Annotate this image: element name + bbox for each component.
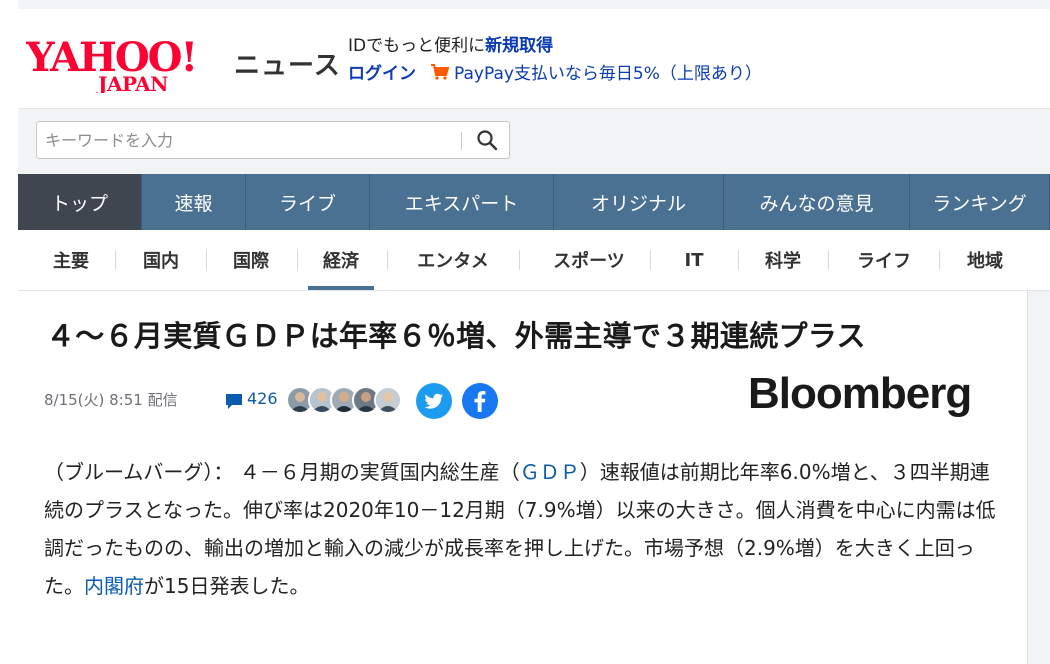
category-separator — [939, 250, 940, 270]
article-body-text: が15日発表した。 — [144, 574, 310, 598]
category-life[interactable]: ライフ — [840, 230, 928, 290]
article: ４～６月実質ＧＤＰは年率６％増、外需主導で３期連続プラス 8/15(火) 8:5… — [18, 291, 1028, 664]
twitter-share-button[interactable] — [416, 383, 452, 419]
paypay-promo-link[interactable]: PayPay支払いなら毎日5%（上限あり） — [454, 59, 762, 84]
article-body: （ブルームバーグ）： ４－６月期の実質国内総生産（ＧＤＰ）速報値は前期比年率6.… — [44, 453, 1004, 605]
signup-link[interactable]: 新規取得 — [485, 36, 553, 56]
category-local[interactable]: 地域 — [952, 230, 1018, 290]
cabinet-office-link[interactable]: 内閣府 — [84, 574, 144, 598]
global-nav-ranking[interactable]: ランキング — [910, 174, 1050, 230]
expert-avatars[interactable] — [286, 386, 402, 414]
search-box — [36, 121, 510, 159]
login-link[interactable]: ログイン — [348, 59, 416, 84]
category-separator — [519, 250, 520, 270]
search-divider — [461, 132, 462, 150]
publish-date: 8/15(火) 8:51 配信 — [44, 391, 178, 409]
category-separator — [387, 250, 388, 270]
category-nav: 主要 国内 国際 経済 エンタメ スポーツ IT 科学 ライフ 地域 — [18, 230, 1050, 292]
login-row: ログイン PayPay支払いなら毎日5%（上限あり） — [348, 59, 762, 84]
twitter-bird-icon — [424, 393, 444, 409]
category-sports[interactable]: スポーツ — [530, 230, 648, 290]
global-nav: トップ 速報 ライブ エキスパート オリジナル みんなの意見 ランキング — [18, 174, 1050, 230]
article-body-text: （ブルームバーグ）： ４－６月期の実質国内総生産（ — [44, 460, 520, 484]
global-nav-opinions[interactable]: みんなの意見 — [724, 174, 910, 230]
facebook-f-icon — [474, 391, 486, 412]
category-entertainment[interactable]: エンタメ — [398, 230, 508, 290]
search-button[interactable] — [469, 126, 505, 156]
yahoo-logo-icon: YAHOO! JAPAN — [26, 34, 198, 93]
article-headline: ４～６月実質ＧＤＰは年率６％増、外需主導で３期連続プラス — [46, 319, 866, 353]
category-separator — [206, 250, 207, 270]
search-band — [18, 108, 1050, 175]
facebook-share-button[interactable] — [462, 383, 498, 419]
site-header: YAHOO! JAPAN ニュース IDでもっと便利に新規取得 ログイン Pay… — [18, 9, 1050, 109]
global-nav-top[interactable]: トップ — [18, 174, 142, 230]
global-nav-breaking[interactable]: 速報 — [142, 174, 246, 230]
search-input[interactable] — [45, 122, 455, 158]
top-strip — [18, 0, 1050, 9]
gdp-link[interactable]: ＧＤＰ — [520, 460, 580, 484]
category-economy[interactable]: 経済 — [308, 230, 374, 290]
search-icon — [477, 129, 498, 150]
category-separator — [828, 250, 829, 270]
category-separator — [115, 250, 116, 270]
global-nav-expert[interactable]: エキスパート — [370, 174, 554, 230]
global-nav-original[interactable]: オリジナル — [554, 174, 724, 230]
svg-text:JAPAN: JAPAN — [96, 72, 168, 93]
service-name: ニュース — [234, 51, 341, 81]
comment-count-link[interactable]: 426 — [247, 389, 278, 408]
yahoo-japan-logo[interactable]: YAHOO! JAPAN — [26, 31, 231, 93]
global-nav-live[interactable]: ライブ — [246, 174, 370, 230]
category-separator — [650, 250, 651, 270]
source-logo[interactable]: Bloomberg — [748, 369, 972, 419]
category-separator — [297, 250, 298, 270]
signup-promo-text: IDでもっと便利に — [348, 36, 486, 56]
category-it[interactable]: IT — [662, 230, 726, 290]
category-main[interactable]: 主要 — [40, 230, 102, 290]
avatar — [374, 386, 402, 414]
signup-promo: IDでもっと便利に新規取得 — [348, 31, 553, 56]
comment-icon[interactable] — [224, 391, 244, 411]
category-science[interactable]: 科学 — [750, 230, 816, 290]
category-domestic[interactable]: 国内 — [128, 230, 194, 290]
category-international[interactable]: 国際 — [218, 230, 284, 290]
category-separator — [738, 250, 739, 270]
cart-icon — [431, 63, 450, 80]
